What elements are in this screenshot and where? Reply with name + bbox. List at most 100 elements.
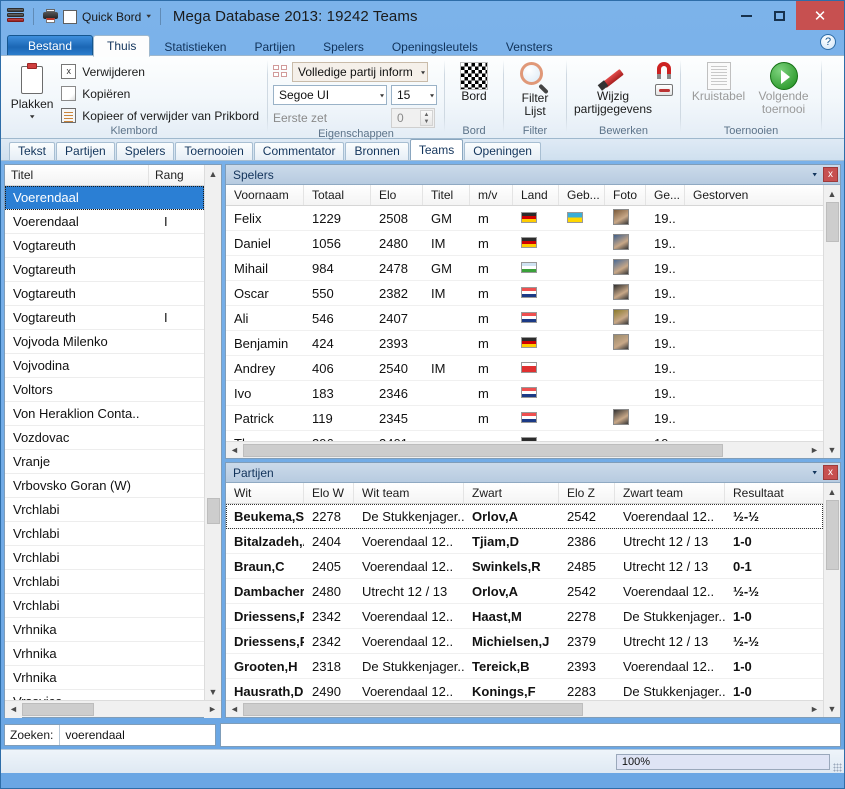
column-header-geboorte[interactable]: Geb... — [559, 185, 605, 205]
list-item[interactable]: Vrchlabi — [5, 570, 204, 594]
list-item[interactable]: Vogtareuth I — [5, 306, 204, 330]
chevron-down-icon[interactable]: ▾ — [376, 91, 384, 98]
games-grid-body[interactable]: Beukema,S 2278 De Stukkenjager.. Orlov,A 254… — [226, 504, 823, 700]
delete-button[interactable]: x Verwijderen — [58, 62, 262, 81]
list-item[interactable]: Vrchlabi — [5, 498, 204, 522]
minimize-button[interactable] — [730, 1, 763, 30]
tab-spelers[interactable]: Spelers — [115, 142, 175, 160]
table-row[interactable]: Hausrath,D 2490 Voerendaal 12.. Konings,F 22… — [226, 679, 823, 700]
games-vscrollbar[interactable]: ▲ ▼ — [823, 483, 840, 717]
table-row[interactable]: Felix 1229 2508 GM m 19.. — [226, 206, 823, 231]
scroll-up-icon[interactable]: ▲ — [204, 165, 221, 182]
scroll-right-icon[interactable]: ► — [806, 700, 823, 717]
column-header-land[interactable]: Land — [513, 185, 559, 205]
chevron-down-icon[interactable]: ▾ — [812, 468, 823, 477]
list-item[interactable]: Voerendaal — [5, 186, 204, 210]
table-row[interactable]: Beukema,S 2278 De Stukkenjager.. Orlov,A 254… — [226, 504, 823, 529]
team-list-vscrollbar[interactable]: ▲ ▼ — [204, 165, 221, 700]
board-button[interactable]: Bord — [450, 59, 498, 103]
column-header-titel[interactable]: Titel — [5, 165, 149, 185]
column-header-foto[interactable]: Foto — [605, 185, 646, 205]
list-item[interactable]: Vogtareuth — [5, 258, 204, 282]
font-combobox[interactable]: Segoe UI ▾ — [273, 85, 387, 105]
column-header-elo[interactable]: Elo — [371, 185, 423, 205]
tab-bronnen[interactable]: Bronnen — [345, 142, 409, 160]
scroll-thumb[interactable] — [22, 702, 94, 716]
paste-button[interactable]: Plakken ▾ — [6, 59, 58, 122]
scroll-left-icon[interactable]: ◄ — [226, 700, 243, 717]
printer-icon[interactable] — [43, 9, 58, 24]
table-row[interactable]: Driessens,P 2342 Voerendaal 12.. Haast,M 227… — [226, 604, 823, 629]
ribbon-tab-partijen[interactable]: Partijen — [240, 36, 309, 57]
ribbon-tab-bestand[interactable]: Bestand — [7, 35, 94, 57]
tab-toernooien[interactable]: Toernooien — [175, 142, 253, 160]
scroll-up-icon[interactable]: ▲ — [823, 483, 840, 500]
mini-button-icon[interactable] — [655, 84, 673, 96]
close-icon[interactable]: x — [823, 167, 838, 182]
list-item[interactable]: Voltors — [5, 378, 204, 402]
scroll-thumb[interactable] — [206, 498, 220, 524]
list-item[interactable]: Vojvoda Milenko — [5, 330, 204, 354]
list-item[interactable]: Voerendaal I — [5, 210, 204, 234]
help-icon[interactable]: ? — [820, 34, 836, 50]
format-combobox[interactable]: Volledige partij inform ▾ — [292, 62, 428, 82]
tab-teams[interactable]: Teams — [409, 139, 464, 160]
table-row[interactable]: Dambacher,M 2480 Utrecht 12 / 13 Orlov,A 254… — [226, 579, 823, 604]
stepper-arrows-icon[interactable]: ▲ ▼ — [420, 110, 433, 126]
fontsize-combobox[interactable]: 15 ▾ — [391, 85, 437, 105]
list-item[interactable]: Vrhnika — [5, 618, 204, 642]
table-row[interactable]: Driessens,P 2342 Voerendaal 12.. Michielsen… — [226, 629, 823, 654]
close-button[interactable]: ✕ — [796, 1, 844, 30]
chevron-down-icon[interactable]: ▾ — [812, 170, 823, 179]
ribbon-tab-thuis[interactable]: Thuis — [93, 35, 151, 57]
chevron-down-icon[interactable]: ▾ — [417, 68, 425, 75]
resize-gripper[interactable] — [833, 763, 842, 772]
column-header-titel[interactable]: Titel — [423, 185, 470, 205]
list-item[interactable]: Vrchlabi — [5, 594, 204, 618]
pinboard-button[interactable]: Kopieer of verwijder van Prikbord — [58, 106, 262, 125]
team-list-hscrollbar[interactable]: ◄ ► — [5, 700, 221, 718]
tab-openingen[interactable]: Openingen — [464, 142, 541, 160]
chevron-down-icon[interactable]: ▾ — [426, 91, 434, 98]
list-item[interactable]: Vranje — [5, 450, 204, 474]
scroll-down-icon[interactable]: ▼ — [823, 441, 840, 458]
scroll-right-icon[interactable]: ► — [204, 700, 221, 718]
table-row[interactable]: Thomas2962401m19.. — [226, 431, 823, 441]
list-item[interactable]: Vogtareuth — [5, 234, 204, 258]
table-row[interactable]: Braun,C 2405 Voerendaal 12.. Swinkels,R 2485… — [226, 554, 823, 579]
copy-button[interactable]: Kopiëren — [58, 84, 262, 103]
table-row[interactable]: Grooten,H 2318 De Stukkenjager.. Tereick,B 2… — [226, 654, 823, 679]
table-row[interactable]: Andrey 406 2540 IM m 19.. — [226, 356, 823, 381]
column-header-ge[interactable]: Ge... — [646, 185, 685, 205]
scroll-thumb[interactable] — [825, 500, 839, 570]
list-item[interactable]: Vrsovice — [5, 690, 204, 700]
scroll-left-icon[interactable]: ◄ — [226, 441, 243, 458]
chevron-down-icon[interactable]: ▾ — [146, 13, 151, 21]
scroll-thumb[interactable] — [243, 702, 583, 716]
players-hscrollbar[interactable]: ◄ ► — [226, 441, 823, 458]
column-header-gestorven[interactable]: Gestorven — [685, 185, 823, 205]
database-icon[interactable] — [7, 8, 24, 25]
first-move-stepper[interactable]: 0 ▲ ▼ — [391, 108, 435, 128]
column-header-zwart[interactable]: Zwart — [464, 483, 559, 503]
ribbon-tab-spelers[interactable]: Spelers — [309, 36, 378, 57]
column-header-wit-team[interactable]: Wit team — [354, 483, 464, 503]
list-item[interactable]: Vozdovac — [5, 426, 204, 450]
crosstable-button[interactable]: Kruistabel — [686, 59, 751, 103]
list-item[interactable]: Von Heraklion Conta.. — [5, 402, 204, 426]
list-item[interactable]: Vrchlabi — [5, 546, 204, 570]
scroll-left-icon[interactable]: ◄ — [5, 700, 22, 718]
ribbon-tab-vensters[interactable]: Vensters — [492, 36, 567, 57]
column-header-resultaat[interactable]: Resultaat — [725, 483, 823, 503]
scroll-down-icon[interactable]: ▼ — [204, 683, 221, 700]
list-item[interactable]: Vrhnika — [5, 666, 204, 690]
edit-game-data-button[interactable]: Wijzig partijgegevens — [572, 59, 654, 116]
column-header-wit[interactable]: Wit — [226, 483, 304, 503]
games-hscrollbar[interactable]: ◄ ► — [226, 700, 823, 717]
column-header-rang[interactable]: Rang — [149, 165, 204, 185]
table-row[interactable]: Oscar 550 2382 IM m 19.. — [226, 281, 823, 306]
scroll-up-icon[interactable]: ▲ — [823, 185, 840, 202]
column-header-voornaam[interactable]: Voornaam — [226, 185, 304, 205]
maximize-button[interactable] — [763, 1, 796, 30]
list-item[interactable]: Vrbovsko Goran (W) — [5, 474, 204, 498]
